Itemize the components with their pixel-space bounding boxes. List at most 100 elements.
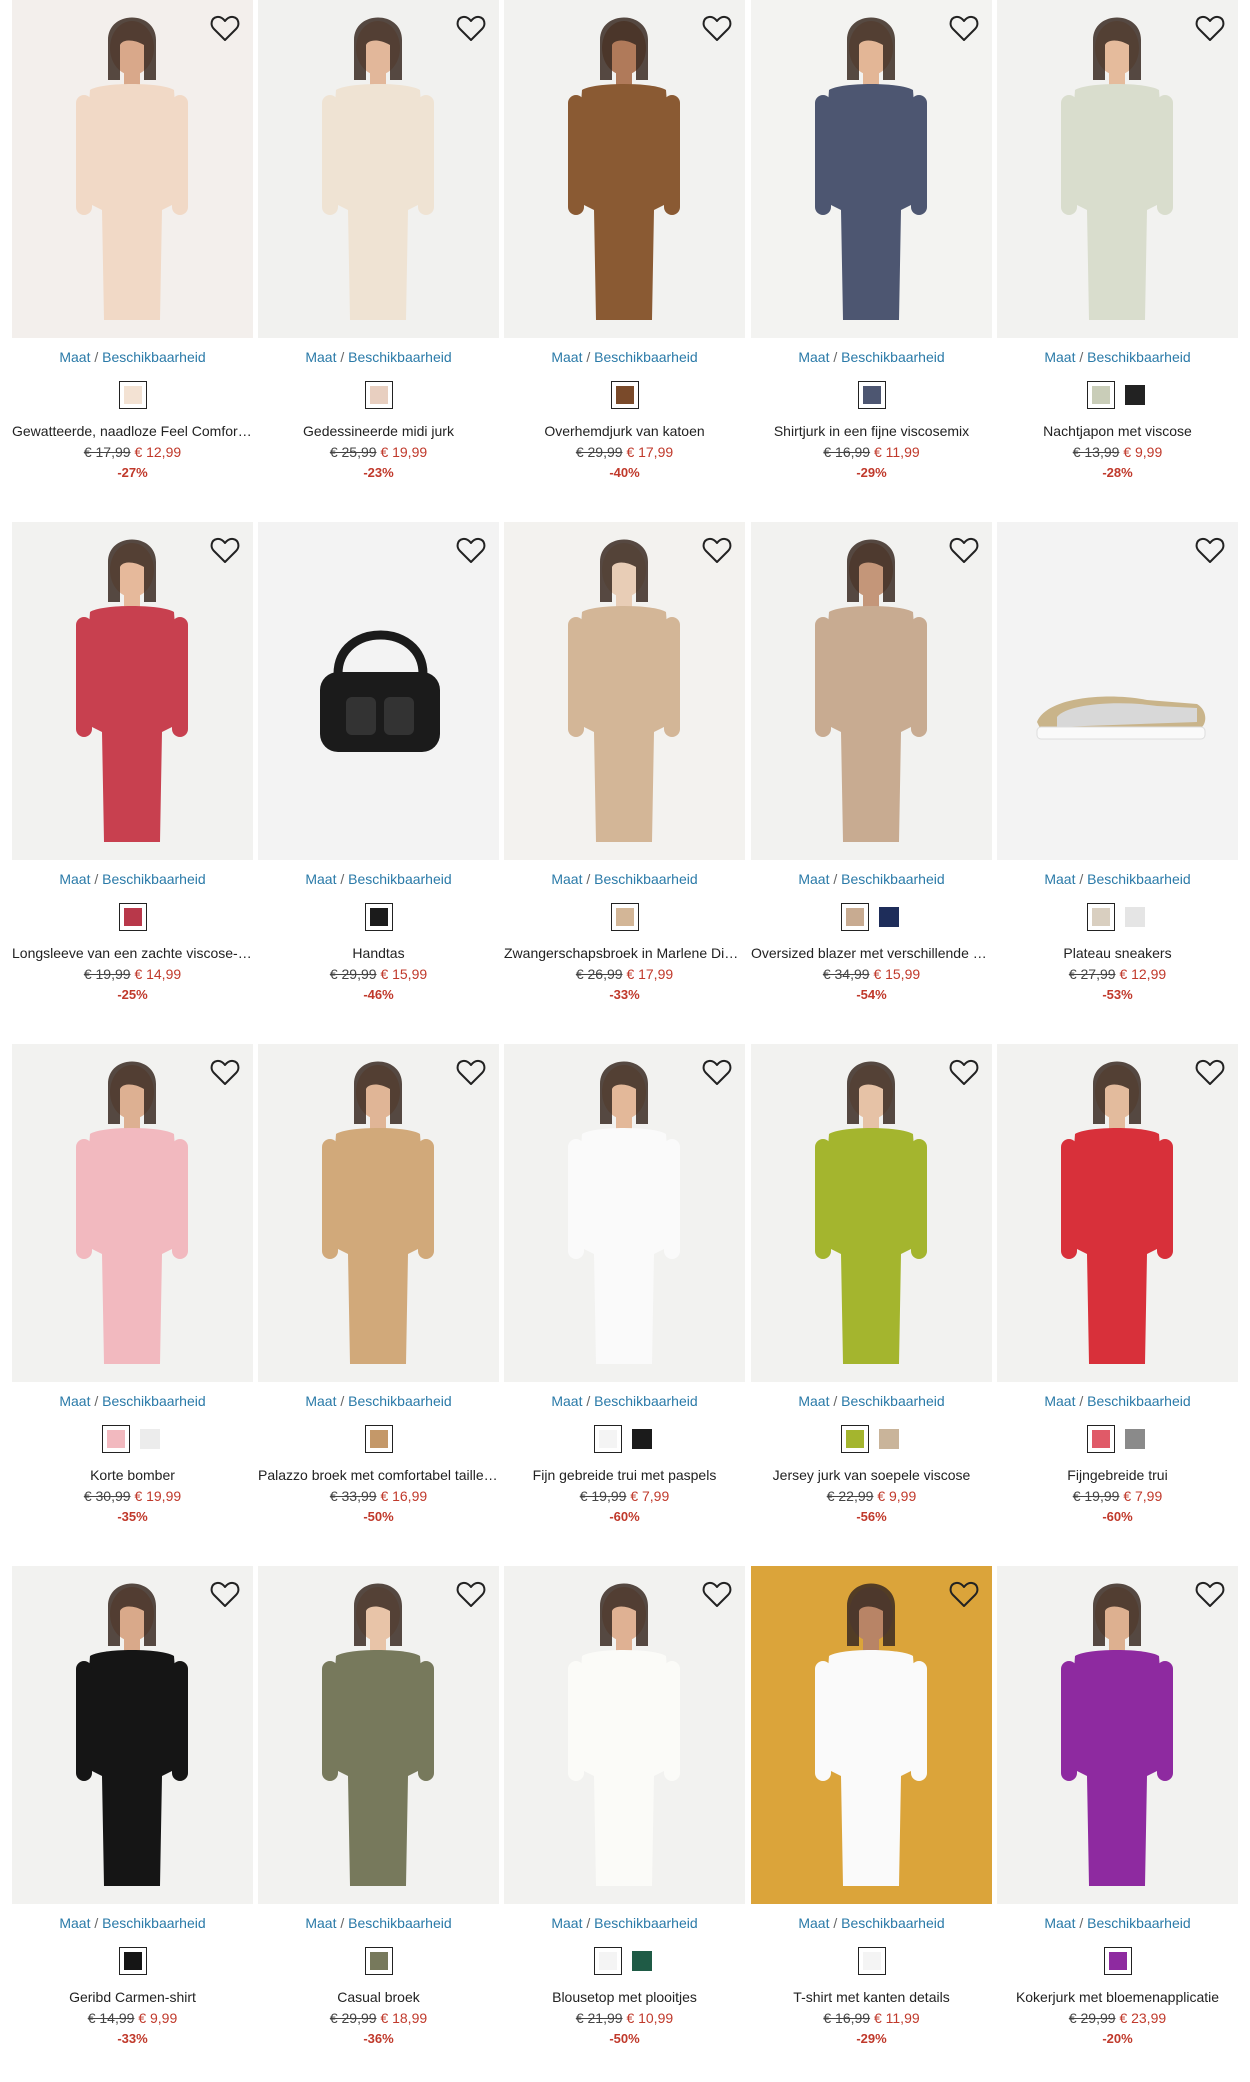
product-image[interactable] — [504, 522, 745, 860]
heart-icon[interactable] — [207, 1576, 243, 1612]
product-card[interactable]: Maat / Beschikbaarheid Korte bomber € 30,9… — [12, 1044, 253, 1554]
size-availability-link[interactable]: Maat / Beschikbaarheid — [997, 1393, 1238, 1409]
product-name[interactable]: Overhemdjurk van katoen — [504, 423, 745, 439]
color-swatch[interactable] — [1103, 1947, 1132, 1975]
heart-icon[interactable] — [946, 1054, 982, 1090]
product-card[interactable]: Maat / Beschikbaarheid Gedessineerde midi… — [258, 0, 499, 510]
color-swatch[interactable] — [118, 903, 147, 931]
color-swatch[interactable] — [857, 1947, 886, 1975]
color-swatch[interactable] — [840, 1425, 869, 1453]
product-card[interactable]: Maat / Beschikbaarheid Casual broek € 29,9… — [258, 1566, 499, 2076]
color-swatch[interactable] — [136, 1425, 164, 1453]
color-swatch[interactable] — [118, 1947, 147, 1975]
product-image[interactable] — [751, 1044, 992, 1382]
product-card[interactable]: Maat / Beschikbaarheid Overhemdjurk van k… — [504, 0, 745, 510]
product-name[interactable]: Fijngebreide trui — [997, 1467, 1238, 1483]
color-swatch[interactable] — [1086, 381, 1115, 409]
product-name[interactable]: Blousetop met plooitjes — [504, 1989, 745, 2005]
heart-icon[interactable] — [946, 10, 982, 46]
product-card[interactable]: Maat / Beschikbaarheid Kokerjurk met bloe… — [997, 1566, 1238, 2076]
product-name[interactable]: Casual broek — [258, 1989, 499, 2005]
heart-icon[interactable] — [453, 1054, 489, 1090]
color-swatch[interactable] — [1121, 1425, 1149, 1453]
product-image[interactable] — [12, 0, 253, 338]
size-availability-link[interactable]: Maat / Beschikbaarheid — [751, 871, 992, 887]
size-availability-link[interactable]: Maat / Beschikbaarheid — [751, 1393, 992, 1409]
product-image[interactable] — [997, 1566, 1238, 1904]
color-swatch[interactable] — [101, 1425, 130, 1453]
product-card[interactable]: Maat / Beschikbaarheid Plateau sneakers € … — [997, 522, 1238, 1032]
product-image[interactable] — [751, 1566, 992, 1904]
size-availability-link[interactable]: Maat / Beschikbaarheid — [504, 349, 745, 365]
size-availability-link[interactable]: Maat / Beschikbaarheid — [258, 349, 499, 365]
product-image[interactable] — [997, 0, 1238, 338]
product-name[interactable]: Handtas — [258, 945, 499, 961]
heart-icon[interactable] — [946, 1576, 982, 1612]
product-image[interactable] — [504, 1566, 745, 1904]
heart-icon[interactable] — [1192, 1054, 1228, 1090]
heart-icon[interactable] — [207, 10, 243, 46]
product-card[interactable]: Maat / Beschikbaarheid Zwangerschapsbroek… — [504, 522, 745, 1032]
product-name[interactable]: T-shirt met kanten details — [751, 1989, 992, 2005]
product-card[interactable]: Maat / Beschikbaarheid Handtas € 29,99 € 1… — [258, 522, 499, 1032]
product-card[interactable]: Maat / Beschikbaarheid Shirtjurk in een f… — [751, 0, 992, 510]
product-image[interactable] — [12, 522, 253, 860]
size-availability-link[interactable]: Maat / Beschikbaarheid — [12, 1915, 253, 1931]
product-name[interactable]: Nachtjapon met viscose — [997, 423, 1238, 439]
size-availability-link[interactable]: Maat / Beschikbaarheid — [504, 1393, 745, 1409]
size-availability-link[interactable]: Maat / Beschikbaarheid — [12, 1393, 253, 1409]
product-image[interactable] — [258, 1044, 499, 1382]
color-swatch[interactable] — [364, 1947, 393, 1975]
product-name[interactable]: Longsleeve van een zachte viscose-shirt — [12, 945, 253, 961]
product-name[interactable]: Korte bomber — [12, 1467, 253, 1483]
product-card[interactable]: Maat / Beschikbaarheid Fijngebreide trui €… — [997, 1044, 1238, 1554]
product-card[interactable]: Maat / Beschikbaarheid Palazzo broek met … — [258, 1044, 499, 1554]
product-image[interactable] — [12, 1566, 253, 1904]
size-availability-link[interactable]: Maat / Beschikbaarheid — [751, 349, 992, 365]
color-swatch[interactable] — [857, 381, 886, 409]
product-card[interactable]: Maat / Beschikbaarheid Fijn gebreide trui… — [504, 1044, 745, 1554]
size-availability-link[interactable]: Maat / Beschikbaarheid — [504, 871, 745, 887]
size-availability-link[interactable]: Maat / Beschikbaarheid — [751, 1915, 992, 1931]
heart-icon[interactable] — [453, 532, 489, 568]
color-swatch[interactable] — [364, 381, 393, 409]
product-image[interactable] — [997, 522, 1238, 860]
color-swatch[interactable] — [610, 381, 639, 409]
heart-icon[interactable] — [453, 10, 489, 46]
product-card[interactable]: Maat / Beschikbaarheid Nachtjapon met vis… — [997, 0, 1238, 510]
color-swatch[interactable] — [1121, 903, 1149, 931]
color-swatch[interactable] — [1086, 1425, 1115, 1453]
size-availability-link[interactable]: Maat / Beschikbaarheid — [997, 1915, 1238, 1931]
product-card[interactable]: Maat / Beschikbaarheid Jersey jurk van so… — [751, 1044, 992, 1554]
heart-icon[interactable] — [453, 1576, 489, 1612]
color-swatch[interactable] — [1121, 381, 1149, 409]
product-name[interactable]: Zwangerschapsbroek in Marlene Dietrich-s… — [504, 945, 745, 961]
product-card[interactable]: Maat / Beschikbaarheid Gewatteerde, naadl… — [12, 0, 253, 510]
size-availability-link[interactable]: Maat / Beschikbaarheid — [12, 871, 253, 887]
color-swatch[interactable] — [628, 1425, 656, 1453]
product-name[interactable]: Gewatteerde, naadloze Feel Comfort bh — [12, 423, 253, 439]
size-availability-link[interactable]: Maat / Beschikbaarheid — [504, 1915, 745, 1931]
heart-icon[interactable] — [207, 532, 243, 568]
product-image[interactable] — [751, 0, 992, 338]
color-swatch[interactable] — [840, 903, 869, 931]
product-image[interactable] — [504, 0, 745, 338]
heart-icon[interactable] — [699, 1054, 735, 1090]
heart-icon[interactable] — [1192, 532, 1228, 568]
color-swatch[interactable] — [593, 1947, 622, 1975]
product-image[interactable] — [258, 522, 499, 860]
product-name[interactable]: Oversized blazer met verschillende draag… — [751, 945, 992, 961]
color-swatch[interactable] — [875, 903, 903, 931]
product-image[interactable] — [751, 522, 992, 860]
color-swatch[interactable] — [364, 903, 393, 931]
size-availability-link[interactable]: Maat / Beschikbaarheid — [258, 871, 499, 887]
heart-icon[interactable] — [699, 10, 735, 46]
color-swatch[interactable] — [593, 1425, 622, 1453]
color-swatch[interactable] — [1086, 903, 1115, 931]
product-card[interactable]: Maat / Beschikbaarheid Oversized blazer m… — [751, 522, 992, 1032]
product-name[interactable]: Shirtjurk in een fijne viscosemix — [751, 423, 992, 439]
heart-icon[interactable] — [207, 1054, 243, 1090]
product-image[interactable] — [258, 1566, 499, 1904]
product-image[interactable] — [997, 1044, 1238, 1382]
product-name[interactable]: Plateau sneakers — [997, 945, 1238, 961]
